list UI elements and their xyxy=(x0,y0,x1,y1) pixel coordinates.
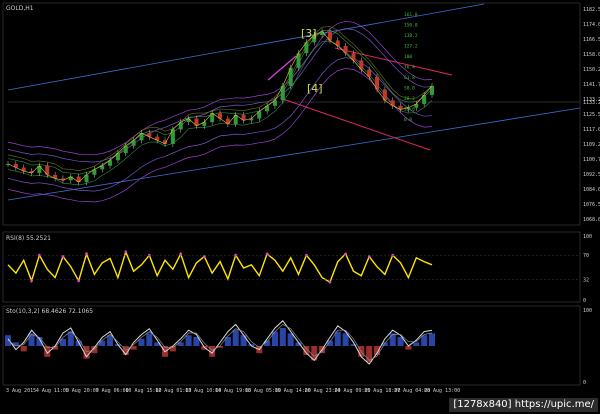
price-tick-label: 1174.00 xyxy=(583,22,600,28)
rsi-extreme-point xyxy=(85,252,88,256)
rsi-extreme-point xyxy=(61,255,65,258)
stochastic-histogram-bar xyxy=(279,328,286,346)
stochastic-histogram-bar xyxy=(271,331,278,346)
stochastic-histogram-bar xyxy=(185,335,192,346)
rsi-extreme-point xyxy=(344,252,348,256)
rsi-extreme-point xyxy=(367,255,371,258)
stochastic-histogram-bar xyxy=(232,329,239,346)
price-tick-label: 1117.00 xyxy=(583,127,600,133)
rsi-panel-frame xyxy=(2,231,581,303)
stochastic-histogram-bar xyxy=(146,333,153,346)
stochastic-histogram-bar xyxy=(99,340,106,346)
axis-layer: 1182.50 1174.00 1166.50 1158.00 1150.25 1141.… xyxy=(6,7,600,394)
fib-level-label: 61.8 xyxy=(404,75,415,81)
rsi-tick-label: 0 xyxy=(583,298,586,304)
rsi-extreme-point xyxy=(77,279,81,283)
price-layer: 161.8 150.0 138.2 127.2 100 76.4 61.8 50.0 38.2 2… xyxy=(6,3,581,203)
stochastic-histogram-bar xyxy=(413,342,420,346)
watermark: [1278x840] https://upic.me/ xyxy=(449,398,598,412)
price-tick-label: 1158.00 xyxy=(583,52,600,58)
price-tick-label: 1141.75 xyxy=(583,82,600,88)
envelope-band xyxy=(7,68,433,203)
stochastic-layer xyxy=(5,320,435,365)
current-price-label: 1133.25 xyxy=(583,100,600,106)
price-tick-label: 1084.00 xyxy=(583,187,600,193)
fib-level-label: 23.6 xyxy=(404,107,415,113)
price-tick-label: 1076.50 xyxy=(583,202,600,208)
rsi-tick-label: 100 xyxy=(583,234,592,240)
price-panel-frame xyxy=(2,2,581,226)
stochastic-histogram-bar xyxy=(429,333,435,346)
rsi-tick-label: 70 xyxy=(583,253,589,259)
time-tick-label: 28 Aug 13:00 xyxy=(424,388,460,394)
fib-level-label: 100 xyxy=(404,54,412,60)
price-tick-label: 1125.50 xyxy=(583,112,600,118)
red-trendline-lower xyxy=(279,97,431,151)
rsi-extreme-point xyxy=(179,252,183,256)
rsi-tick-label: 32 xyxy=(583,278,589,284)
stochastic-histogram-bar xyxy=(240,335,247,346)
rsi-extreme-point xyxy=(30,279,33,283)
rsi-label: RSI(8) 55.2521 xyxy=(6,235,51,242)
stochastic-histogram-bar xyxy=(389,333,396,346)
fib-level-label: 50.0 xyxy=(404,86,415,92)
rsi-extreme-point xyxy=(328,280,332,284)
moving-average-line xyxy=(7,26,433,171)
rsi-extreme-point xyxy=(202,255,206,258)
stochastic-label: Sto(10,3,2) 68.4626 72.1065 xyxy=(6,308,93,315)
fib-level-label: 161.8 xyxy=(404,12,418,18)
price-tick-label: 1100.75 xyxy=(583,157,600,163)
stochastic-tick-label: 100 xyxy=(583,308,592,314)
fib-level-label: 0.0 xyxy=(404,117,412,123)
stochastic-histogram-bar xyxy=(138,338,145,346)
wave-label-4: [4] xyxy=(307,82,323,95)
stochastic-tick-label: 0 xyxy=(583,380,586,386)
fib-level-label: 127.2 xyxy=(404,44,418,50)
time-tick-label: 5 Aug 20:00 xyxy=(66,388,99,394)
time-tick-label: 3 Aug 2015 xyxy=(6,388,36,394)
stochastic-histogram-bar xyxy=(169,346,176,352)
rsi-extreme-point xyxy=(124,250,128,254)
red-trendline-upper xyxy=(334,47,453,76)
time-tick-label: 7 Aug 06:00 xyxy=(96,388,129,394)
price-tick-label: 1150.25 xyxy=(583,67,600,73)
fib-level-label: 150.0 xyxy=(404,23,418,29)
rsi-layer xyxy=(7,249,580,284)
envelope-band xyxy=(7,57,433,192)
fib-level-label: 38.2 xyxy=(404,96,415,102)
time-tick-label: 4 Aug 11:00 xyxy=(36,388,69,394)
fib-level-label: 76.4 xyxy=(404,65,415,71)
channel-lower-line xyxy=(7,107,581,201)
trading-chart-screen: 161.8 150.0 138.2 127.2 100 76.4 61.8 50.0 38.2 2… xyxy=(0,0,600,414)
price-tick-label: 1092.50 xyxy=(583,172,600,178)
symbol-label: GOLD,H1 xyxy=(6,5,34,12)
chart-canvas[interactable]: 161.8 150.0 138.2 127.2 100 76.4 61.8 50.0 38.2 2… xyxy=(0,0,600,414)
stochastic-histogram-bar xyxy=(20,346,27,352)
price-tick-label: 1109.25 xyxy=(583,142,600,148)
price-tick-label: 1068.00 xyxy=(583,217,600,223)
rsi-extreme-point xyxy=(265,252,269,256)
fib-level-label: 138.2 xyxy=(404,33,418,39)
price-tick-label: 1166.50 xyxy=(583,37,600,43)
envelope-band xyxy=(7,20,433,156)
wave-label-3: [3] xyxy=(301,27,317,40)
stochastic-histogram-bar xyxy=(366,346,373,363)
price-tick-label: 1182.50 xyxy=(583,7,600,13)
